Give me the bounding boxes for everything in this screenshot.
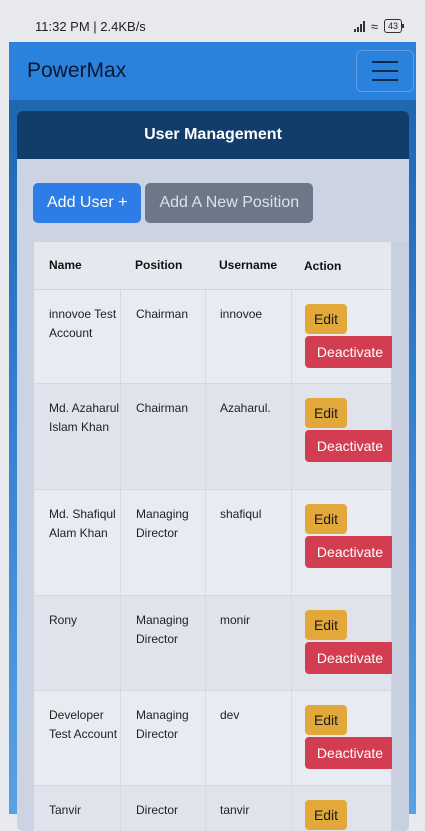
- cell-position: Chairman: [120, 384, 205, 489]
- cell-name: Developer Test Account: [49, 708, 118, 741]
- header-name: Name: [49, 258, 82, 272]
- cell-position: Managing Director: [120, 691, 205, 785]
- header-action: Action: [304, 258, 342, 273]
- add-position-button[interactable]: Add A New Position: [145, 183, 314, 223]
- add-user-button[interactable]: Add User +: [33, 183, 142, 223]
- cell-actions: Edit Deactivate: [291, 691, 395, 785]
- cell-username: dev: [205, 691, 291, 785]
- deactivate-button[interactable]: Deactivate: [305, 536, 395, 568]
- cell-actions: Edit Deactivate: [291, 596, 395, 690]
- edit-button[interactable]: Edit: [305, 610, 347, 640]
- cell-name: Tanvir: [49, 803, 82, 817]
- cell-actions: Edit Deactivate: [291, 490, 395, 595]
- table-row: Md. Shafiqul Alam Khan Managing Director…: [34, 490, 395, 596]
- battery-icon: 43: [383, 19, 405, 33]
- table-header: Name Position Username Action: [34, 242, 391, 290]
- table-row: innovoe Test Account Chairman innovoe Ed…: [34, 290, 395, 384]
- card-title: User Management: [17, 111, 409, 159]
- cell-actions: Edit Deactivate: [291, 290, 395, 383]
- cell-name: innovoe Test Account: [49, 307, 117, 340]
- status-time: 11:32 PM | 2.4KB/s: [35, 18, 146, 34]
- cell-position: Director: [120, 786, 205, 831]
- table-row: Developer Test Account Managing Director…: [34, 691, 395, 786]
- edit-button[interactable]: Edit: [305, 800, 347, 830]
- cell-actions: Edit: [291, 786, 391, 831]
- user-management-card: User Management Add User + Add A New Pos…: [17, 111, 409, 831]
- cell-name: Rony: [49, 613, 78, 627]
- status-icons: ≈ 43: [353, 18, 405, 34]
- header-position: Position: [135, 258, 183, 272]
- cell-username: innovoe: [205, 290, 291, 383]
- header-username: Username: [219, 258, 278, 272]
- cell-position: Chairman: [120, 290, 205, 383]
- edit-button[interactable]: Edit: [305, 705, 347, 735]
- users-table: Name Position Username Action innovoe Te…: [34, 242, 395, 831]
- edit-button[interactable]: Edit: [305, 504, 347, 534]
- brand-logo[interactable]: PowerMax: [27, 59, 126, 83]
- cell-name: Md. Azaharul Islam Khan: [49, 401, 120, 434]
- cell-position: Managing Director: [120, 490, 205, 595]
- deactivate-button[interactable]: Deactivate: [305, 737, 395, 769]
- deactivate-button[interactable]: Deactivate: [305, 430, 395, 462]
- edit-button[interactable]: Edit: [305, 398, 347, 428]
- cell-username: Azaharul.: [205, 384, 291, 489]
- table-row: Tanvir Director tanvir Edit: [34, 786, 391, 831]
- cell-username: monir: [205, 596, 291, 690]
- cell-username: shafiqul: [205, 490, 291, 595]
- table-row: Rony Managing Director monir Edit Deacti…: [34, 596, 395, 691]
- signal-icon: [353, 20, 365, 32]
- menu-toggle-button[interactable]: [356, 50, 414, 92]
- cell-position: Managing Director: [120, 596, 205, 690]
- status-bar: 11:32 PM | 2.4KB/s ≈ 43: [9, 10, 416, 42]
- deactivate-button[interactable]: Deactivate: [305, 336, 395, 368]
- hamburger-icon: [372, 61, 398, 63]
- wifi-icon: ≈: [370, 18, 378, 34]
- cell-username: tanvir: [205, 786, 291, 831]
- table-scroll-edge[interactable]: [392, 242, 409, 831]
- edit-button[interactable]: Edit: [305, 304, 347, 334]
- deactivate-button[interactable]: Deactivate: [305, 642, 395, 674]
- navbar: PowerMax: [9, 42, 416, 100]
- table-row: Md. Azaharul Islam Khan Chairman Azaharu…: [34, 384, 395, 490]
- cell-name: Md. Shafiqul Alam Khan: [49, 507, 116, 540]
- action-buttons: Add User + Add A New Position: [17, 159, 409, 223]
- cell-actions: Edit Deactivate: [291, 384, 395, 489]
